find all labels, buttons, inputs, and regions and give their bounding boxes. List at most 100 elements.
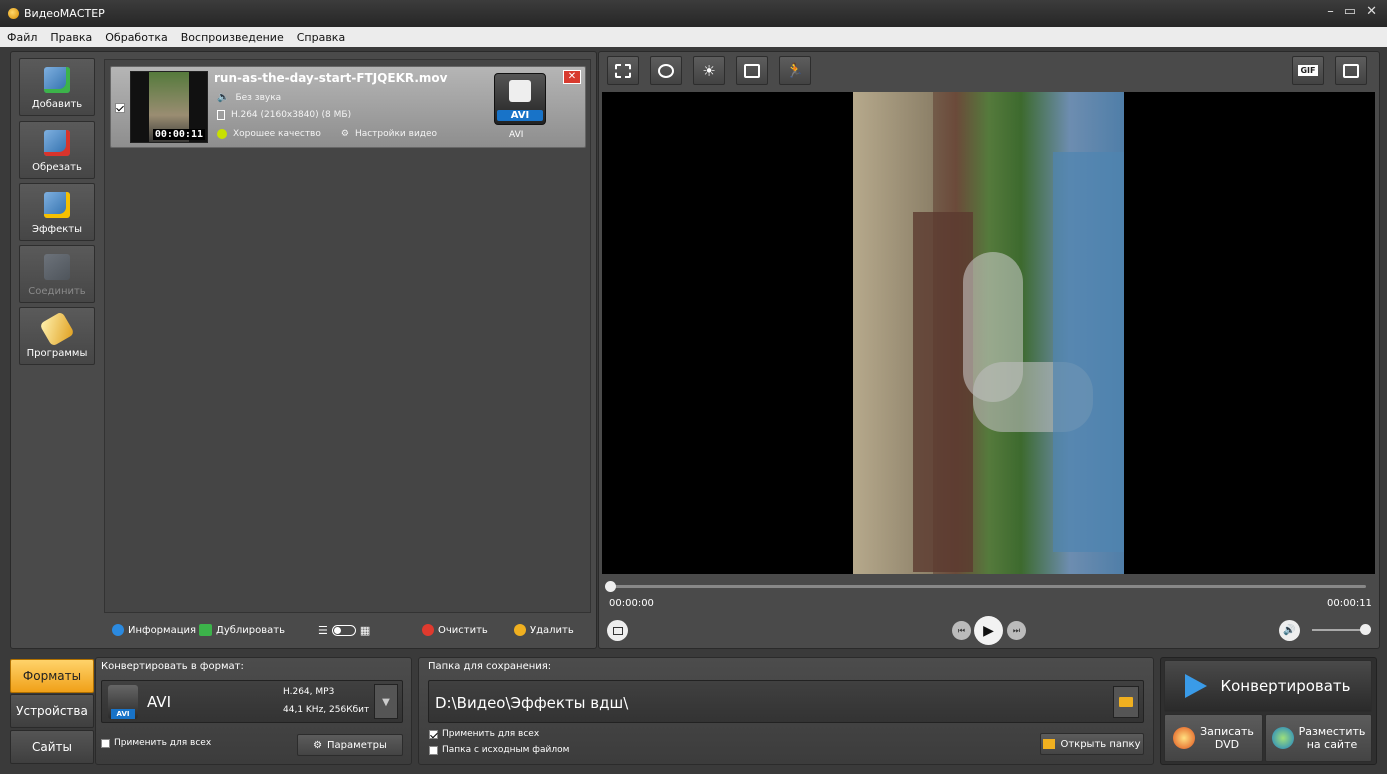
time-total: 00:00:11 [1327, 598, 1372, 609]
next-button[interactable]: ⏭ [1007, 621, 1026, 640]
close-icon[interactable]: ✕ [1366, 4, 1377, 19]
programs-button-label: Программы [26, 348, 88, 359]
add-video-icon [44, 67, 70, 93]
format-audio: 44,1 KHz, 256Кбит [283, 705, 370, 715]
format-apply-all[interactable]: Применить для всех [101, 738, 211, 748]
crop-button[interactable] [607, 56, 639, 85]
save-apply-all-checkbox[interactable] [429, 729, 438, 739]
tab-sites[interactable]: Сайты [10, 730, 94, 764]
info-button[interactable]: Информация [112, 624, 196, 636]
join-button-label: Соединить [28, 286, 86, 297]
view-toggle[interactable]: ☰ ▦ [318, 624, 370, 637]
stabilize-button[interactable] [736, 56, 768, 85]
volume-knob[interactable] [1360, 624, 1371, 635]
film-icon [217, 110, 225, 120]
clear-button[interactable]: Очистить [422, 624, 488, 636]
previous-button[interactable]: ⏮ [952, 621, 971, 640]
app-logo-icon [8, 8, 19, 19]
folder-icon [1119, 697, 1133, 707]
film-edit-icon [744, 63, 760, 78]
format-apply-all-checkbox[interactable] [101, 738, 110, 748]
menu-playback[interactable]: Воспроизведение [181, 31, 284, 44]
trim-button-label: Обрезать [32, 162, 82, 173]
menu-processing[interactable]: Обработка [105, 31, 167, 44]
publish-line2: на сайте [1306, 738, 1358, 751]
open-folder-button[interactable]: Открыть папку [1040, 733, 1144, 755]
save-source-folder[interactable]: Папка с исходным файлом [429, 745, 569, 755]
join-button[interactable]: Соединить [19, 245, 95, 303]
info-label: Информация [128, 624, 197, 636]
video-settings-link[interactable]: Настройки видео [355, 129, 437, 139]
speed-button[interactable]: 🏃 [779, 56, 811, 85]
programs-button[interactable]: Программы [19, 307, 95, 365]
image-icon [612, 626, 623, 635]
trim-button[interactable]: Обрезать [19, 121, 95, 179]
params-button[interactable]: ⚙ Параметры [297, 734, 403, 756]
menu-bar: Файл Правка Обработка Воспроизведение Сп… [0, 27, 1387, 47]
quality-info[interactable]: Хорошее качество ⚙ Настройки видео [217, 129, 437, 139]
audio-info: 🔈 Без звука [217, 92, 281, 103]
tab-formats[interactable]: Форматы [10, 659, 94, 693]
video-info: H.264 (2160x3840) (8 МБ) [217, 110, 351, 120]
publish-text: Разместить на сайте [1299, 725, 1366, 751]
audio-info-text: Без звука [235, 92, 282, 103]
format-label: Конвертировать в формат: [101, 661, 244, 672]
title-bar: ВидеоМАСТЕР – ▭ ✕ [0, 0, 1387, 27]
format-selector[interactable]: AVI AVI H.264, MP3 44,1 KHz, 256Кбит ▼ [101, 680, 403, 723]
duplicate-button[interactable]: Дублировать [199, 624, 285, 636]
video-preview[interactable] [602, 92, 1375, 574]
speaker-icon: 🔈 [217, 92, 230, 103]
volume-slider[interactable] [1312, 624, 1371, 635]
toggle-switch[interactable] [331, 624, 356, 636]
menu-file[interactable]: Файл [7, 31, 37, 44]
quality-text: Хорошее качество [233, 129, 321, 139]
format-badge[interactable]: AVI [494, 73, 546, 125]
list-toolbar: Информация Дублировать ☰ ▦ Очистить Удал… [104, 617, 591, 643]
add-button[interactable]: Добавить [19, 58, 95, 116]
effects-button[interactable]: Эффекты [19, 183, 95, 241]
gif-icon: GIF [1298, 65, 1318, 76]
play-button[interactable]: ▶ [974, 616, 1003, 645]
rotate-button[interactable] [650, 56, 682, 85]
duplicate-label: Дублировать [216, 624, 285, 636]
info-icon [112, 624, 124, 636]
format-dropdown-button[interactable]: ▼ [374, 684, 398, 719]
burn-dvd-line2: DVD [1214, 738, 1240, 751]
minimize-icon[interactable]: – [1327, 4, 1334, 19]
clear-icon [422, 624, 434, 636]
seek-knob[interactable] [605, 581, 616, 592]
convert-button[interactable]: Конвертировать [1164, 660, 1372, 712]
format-caption: AVI [509, 130, 524, 140]
tab-devices[interactable]: Устройства [10, 694, 94, 728]
save-label: Папка для сохранения: [428, 661, 552, 672]
menu-edit[interactable]: Правка [50, 31, 92, 44]
snapshot-button[interactable] [607, 620, 628, 641]
file-item[interactable]: 00:00:11 run-as-the-day-start-FTJQEKR.mo… [110, 66, 586, 148]
save-source-folder-checkbox[interactable] [429, 745, 438, 755]
seek-bar[interactable] [605, 581, 1366, 592]
remove-file-button[interactable]: ✕ [563, 70, 581, 84]
burn-dvd-button[interactable]: Записать DVD [1164, 714, 1263, 762]
brightness-button[interactable]: ☀ [693, 56, 725, 85]
file-checkbox[interactable] [115, 103, 125, 113]
save-source-folder-label: Папка с исходным файлом [442, 745, 570, 755]
maximize-icon[interactable]: ▭ [1344, 4, 1356, 19]
gif-button[interactable]: GIF [1292, 56, 1324, 85]
gear-icon: ⚙ [340, 129, 349, 139]
browse-folder-button[interactable] [1113, 686, 1139, 718]
open-folder-label: Открыть папку [1060, 738, 1141, 750]
save-apply-all-label: Применить для всех [442, 729, 540, 739]
fullscreen-button[interactable] [1335, 56, 1367, 85]
format-codec: H.264, MP3 [283, 687, 335, 697]
save-path-field[interactable]: D:\Видео\Эффекты вдш\ [428, 680, 1144, 723]
window-controls: – ▭ ✕ [1327, 4, 1377, 19]
save-apply-all[interactable]: Применить для всех [429, 729, 539, 739]
magic-wand-icon [44, 192, 70, 218]
publish-button[interactable]: Разместить на сайте [1265, 714, 1372, 762]
menu-help[interactable]: Справка [297, 31, 345, 44]
volume-button[interactable]: 🔊 [1279, 620, 1300, 641]
delete-button[interactable]: Удалить [514, 624, 574, 636]
add-button-label: Добавить [31, 99, 83, 110]
convert-arrow-icon [1185, 674, 1208, 698]
file-name: run-as-the-day-start-FTJQEKR.mov [214, 71, 448, 85]
